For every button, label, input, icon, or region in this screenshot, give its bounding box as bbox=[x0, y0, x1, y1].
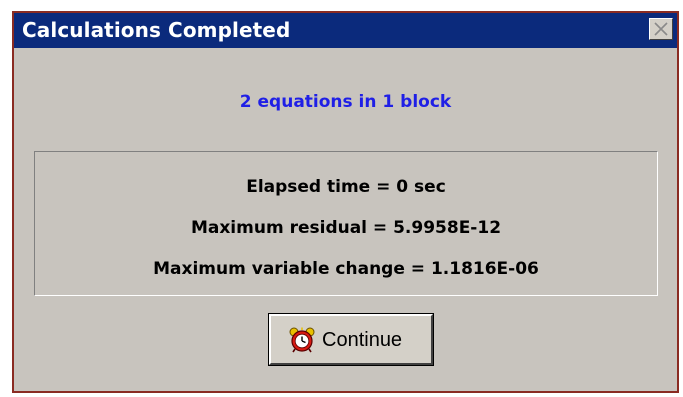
calculations-dialog: Calculations Completed 2 equations in 1 … bbox=[12, 11, 679, 393]
close-icon bbox=[654, 22, 668, 36]
close-button[interactable] bbox=[649, 18, 673, 40]
window-title: Calculations Completed bbox=[22, 18, 291, 42]
max-residual-text: Maximum residual = 5.9958E-12 bbox=[190, 218, 502, 238]
title-bar[interactable]: Calculations Completed bbox=[14, 13, 677, 48]
results-panel: Elapsed time = 0 sec Maximum residual = … bbox=[34, 151, 658, 296]
continue-button[interactable]: Continue bbox=[268, 313, 434, 366]
continue-label: Continue bbox=[322, 329, 403, 351]
elapsed-time-text: Elapsed time = 0 sec bbox=[246, 177, 446, 197]
max-variable-change-text: Maximum variable change = 1.1816E-06 bbox=[153, 259, 539, 279]
equations-summary: 2 equations in 1 block bbox=[239, 92, 452, 112]
alarm-clock-icon bbox=[289, 327, 315, 353]
